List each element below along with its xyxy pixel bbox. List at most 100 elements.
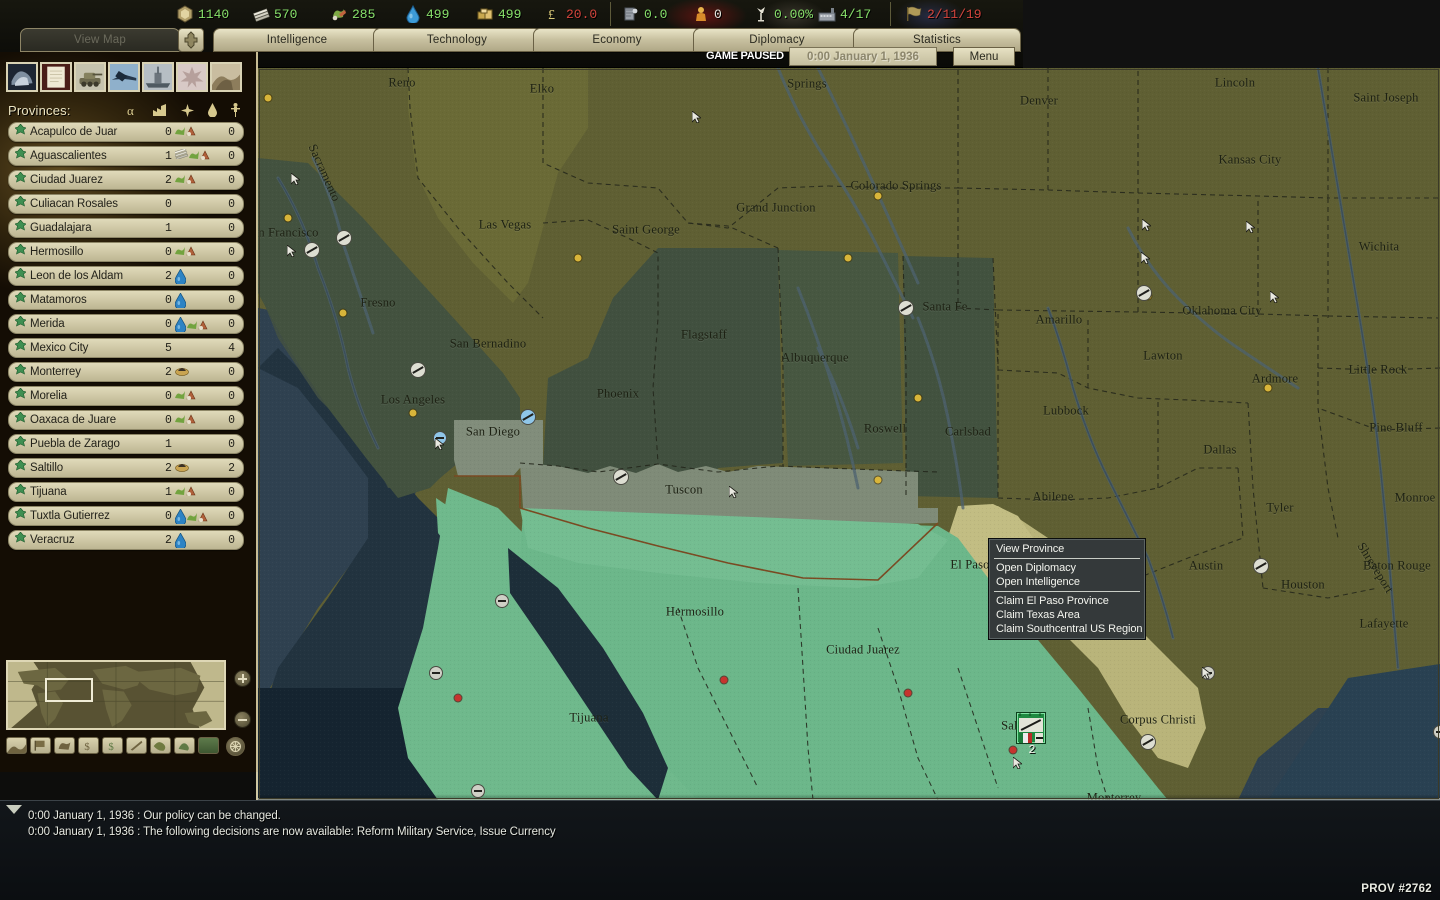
province-leaf-icon [15, 171, 26, 189]
rare-materials-icon [175, 389, 185, 400]
province-row[interactable]: Matamoros00 [8, 290, 244, 310]
provinces-header: Provinces: α [0, 101, 252, 119]
province-row[interactable]: Leon de los Aldam20 [8, 266, 244, 286]
air-units-button[interactable] [108, 62, 140, 92]
metal-icon [186, 245, 196, 256]
province-value-primary-text: 0 [165, 294, 172, 307]
mapmode-trade[interactable]: $ [78, 737, 99, 754]
province-goods [175, 533, 186, 548]
resource-column-icon [181, 104, 194, 117]
province-value-primary: 0 [165, 318, 201, 331]
terrain-button[interactable] [210, 62, 242, 92]
leaders-button[interactable] [6, 62, 38, 92]
province-row[interactable]: Guadalajara10 [8, 218, 244, 238]
province-leaf-icon [15, 531, 26, 549]
province-name: Merida [30, 318, 165, 330]
minimap-zoom-in-button[interactable] [234, 670, 251, 687]
province-value-secondary: 0 [201, 222, 235, 235]
log-collapse-icon[interactable] [6, 805, 22, 814]
mapmode-diplomatic[interactable] [54, 737, 75, 754]
province-row[interactable]: Aguascalientes10 [8, 146, 244, 166]
province-row[interactable]: Tuxtla Gutierrez00 [8, 506, 244, 526]
minimap[interactable] [6, 660, 226, 730]
metal-icon [186, 125, 196, 136]
province-value-primary-text: 0 [165, 126, 172, 139]
province-row[interactable]: Acapulco de Juar00 [8, 122, 244, 142]
mapmode-supply[interactable] [126, 737, 147, 754]
rare-materials-icon [187, 319, 197, 330]
mapmode-ideology[interactable] [174, 737, 195, 754]
mapmode-settings[interactable] [226, 737, 245, 756]
province-leaf-icon [15, 459, 26, 477]
province-goods [175, 173, 196, 184]
province-value-primary-text: 2 [165, 462, 172, 475]
province-value-primary: 1 [165, 150, 201, 163]
naval-units-button[interactable] [142, 62, 174, 92]
documents-button[interactable] [40, 62, 72, 92]
province-id-label: PROV #2762 [1361, 883, 1432, 895]
province-row[interactable]: Culiacan Rosales00 [8, 194, 244, 214]
province-row[interactable]: Hermosillo00 [8, 242, 244, 262]
mapmode-plain[interactable] [198, 737, 219, 754]
minimap-zoom-out-button[interactable] [234, 711, 251, 728]
claim-southcentral-us-region[interactable]: Claim Southcentral US Region [989, 622, 1145, 636]
resource-officers: 0 [692, 2, 722, 26]
province-row[interactable]: Veracruz20 [8, 530, 244, 550]
province-value-primary-text: 0 [165, 246, 172, 259]
province-row[interactable]: Monterrey20 [8, 362, 244, 382]
province-row[interactable]: Saltillo22 [8, 458, 244, 478]
resource-separator [890, 2, 891, 26]
province-goods [175, 125, 196, 136]
oil-icon [175, 317, 186, 332]
coal-icon [175, 461, 189, 472]
money-icon: £ [544, 5, 562, 23]
tab-label: Statistics [913, 34, 961, 46]
resource-separator [610, 2, 611, 26]
province-goods [175, 461, 189, 472]
province-row[interactable]: Oaxaca de Juare00 [8, 410, 244, 430]
province-leaf-icon [15, 219, 26, 237]
province-row[interactable]: Morelia00 [8, 386, 244, 406]
combat-button[interactable] [176, 62, 208, 92]
open-diplomacy[interactable]: Open Diplomacy [989, 561, 1145, 575]
unit-counter[interactable]: x x x 2 [1016, 712, 1048, 756]
province-row[interactable]: Mexico City54 [8, 338, 244, 358]
view-province[interactable]: View Province [989, 542, 1145, 556]
province-value-primary: 1 [165, 222, 201, 235]
minimap-viewport[interactable] [45, 678, 93, 702]
province-value-primary-text: 1 [165, 222, 172, 235]
province-row[interactable]: Merida00 [8, 314, 244, 334]
game-map[interactable]: RenoElkoSpringsDenverLincolnSaint Joseph… [258, 68, 1440, 800]
resource-value: 285 [352, 7, 375, 22]
game-date-display[interactable]: 0:00 January 1, 1936 [789, 47, 937, 66]
province-value-primary-text: 2 [165, 174, 172, 187]
tab-label: Economy [592, 34, 641, 46]
mapmode-political[interactable] [30, 737, 51, 754]
event-log-bar: 0:00 January 1, 1936 : Our policy can be… [0, 800, 1440, 900]
svg-text:α: α [127, 104, 134, 117]
province-name: Culiacan Rosales [30, 198, 165, 210]
province-value-primary: 2 [165, 534, 201, 547]
mapmode-weather[interactable] [150, 737, 171, 754]
province-value-primary: 0 [165, 510, 201, 523]
province-row[interactable]: Tijuana10 [8, 482, 244, 502]
province-value-primary: 0 [165, 390, 201, 403]
menu-button[interactable]: Menu [953, 47, 1015, 66]
resource-value: 499 [426, 7, 449, 22]
resource-supplies: 570 [252, 2, 297, 26]
province-row[interactable]: Puebla de Zarago10 [8, 434, 244, 454]
mapmode-resources[interactable]: $ [102, 737, 123, 754]
province-row[interactable]: Ciudad Juarez20 [8, 170, 244, 190]
claim-texas-area[interactable]: Claim Texas Area [989, 608, 1145, 622]
unit-counter-box[interactable]: x x x [1016, 712, 1046, 744]
mapmode-terrain[interactable] [6, 737, 27, 754]
tab-label: Diplomacy [749, 34, 804, 46]
open-intelligence[interactable]: Open Intelligence [989, 575, 1145, 589]
provinces-list[interactable]: Acapulco de Juar00Aguascalientes10Ciudad… [8, 122, 244, 612]
land-units-button[interactable] [74, 62, 106, 92]
province-context-menu[interactable]: View Province Open DiplomacyOpen Intellig… [988, 538, 1146, 640]
province-value-secondary: 0 [201, 174, 235, 187]
claim-el-paso-province[interactable]: Claim El Paso Province [989, 594, 1145, 608]
province-value-primary: 2 [165, 270, 201, 283]
resource-neutrality: 2/11/19 [905, 2, 982, 26]
